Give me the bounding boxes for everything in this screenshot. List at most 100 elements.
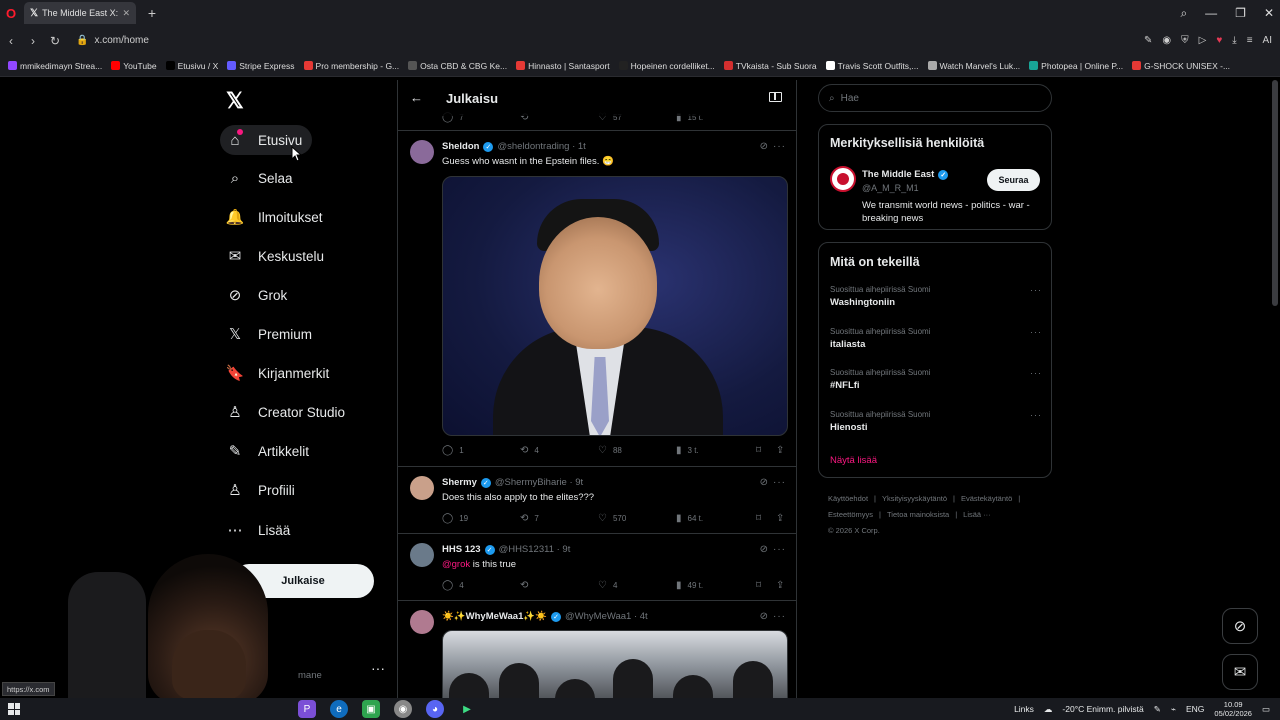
search-tabs-icon[interactable]: ⌕: [1180, 6, 1187, 21]
reply-action[interactable]: ◯ 4: [442, 580, 464, 591]
nav-item-grok[interactable]: ⊘ Grok: [220, 280, 297, 310]
edge-app-icon[interactable]: e: [330, 700, 348, 718]
notifications-icon[interactable]: ▭: [1262, 704, 1270, 715]
post-item[interactable]: Shermy ✓ @ShermyBiharie · 9t ⊘ ··· Does …: [398, 468, 796, 534]
windows-start-icon[interactable]: [8, 703, 20, 715]
nav-item-ilmoitukset[interactable]: 🔔 Ilmoitukset: [220, 202, 333, 232]
bookmark-action[interactable]: ⌑: [756, 580, 761, 591]
post-item[interactable]: Sheldon ✓ @sheldontrading · 1t ⊘ ··· Gue…: [398, 131, 796, 467]
trend-item[interactable]: Suosittua aihepiirissä Suomi italiasta ···: [830, 327, 1042, 350]
avatar[interactable]: [410, 610, 434, 634]
bookmark-item[interactable]: Hinnasto | Santasport: [516, 61, 610, 71]
photoshop-app-icon[interactable]: P: [298, 700, 316, 718]
page-scrollbar[interactable]: [1272, 80, 1278, 306]
messages-fab-button[interactable]: ✉: [1222, 654, 1258, 690]
browser-tab[interactable]: 𝕏 The Middle East X:ssä: "... ✕: [24, 2, 136, 24]
edit-icon[interactable]: ✎: [1144, 35, 1152, 46]
post-more-icon[interactable]: ···: [773, 611, 786, 622]
avatar[interactable]: [410, 476, 434, 500]
close-tab-icon[interactable]: ✕: [122, 8, 130, 19]
account-more-icon[interactable]: ···: [371, 660, 385, 676]
footer-link[interactable]: Tietoa mainoksista: [887, 510, 949, 519]
footer-link[interactable]: Lisää ···: [963, 510, 991, 519]
bookmark-item[interactable]: Stripe Express: [227, 61, 295, 71]
new-tab-button[interactable]: +: [142, 3, 162, 23]
post-image[interactable]: [442, 176, 788, 436]
post-item[interactable]: HHS 123 ✓ @HHS12311 · 9t ⊘ ··· @grok is …: [398, 535, 796, 601]
trend-more-icon[interactable]: ···: [1030, 285, 1042, 295]
menu-icon[interactable]: ≡: [1247, 35, 1253, 46]
back-icon[interactable]: ‹: [0, 34, 22, 48]
views-action[interactable]: ▮ 49 t.: [676, 580, 703, 591]
network-icon[interactable]: ⌁: [1171, 704, 1176, 715]
like-action[interactable]: ♡ 4: [598, 580, 617, 591]
weather-text[interactable]: -20°C Enimm. pilvistä: [1062, 704, 1143, 714]
trend-item[interactable]: Suosittua aihepiirissä Suomi Hienosti ···: [830, 410, 1042, 433]
share-action[interactable]: ⇪: [776, 580, 784, 591]
shield-icon[interactable]: ⛨: [1181, 35, 1189, 46]
grok-icon[interactable]: ⊘: [760, 477, 768, 488]
footer-link[interactable]: Evästekäytäntö: [961, 494, 1012, 503]
back-arrow-icon[interactable]: ←: [410, 90, 423, 105]
download-icon[interactable]: ⤓: [1232, 35, 1236, 46]
trend-item[interactable]: Suosittua aihepiirissä Suomi #NFLfi ···: [830, 368, 1042, 391]
post-more-icon[interactable]: ···: [773, 544, 786, 555]
bookmark-action[interactable]: ⌑: [756, 513, 761, 524]
relevant-handle[interactable]: @A_M_R_M1: [862, 183, 919, 193]
reload-icon[interactable]: ↻: [44, 34, 66, 48]
bookmark-item[interactable]: YouTube: [111, 61, 157, 71]
trend-more-icon[interactable]: ···: [1030, 410, 1042, 420]
like-action[interactable]: ♡ 88: [598, 445, 622, 456]
bookmark-item[interactable]: Pro membership - G...: [303, 61, 399, 71]
bookmark-item[interactable]: mmikedimayn Strea...: [8, 61, 102, 71]
kick-app-icon[interactable]: ▶: [458, 700, 476, 718]
grok-fab-button[interactable]: ⊘: [1222, 608, 1258, 644]
clock[interactable]: 10.09 05/02/2026: [1214, 700, 1252, 718]
url-field[interactable]: 🔒 x.com/home: [76, 35, 149, 46]
author-name[interactable]: Shermy: [442, 477, 477, 488]
links-toolbar[interactable]: Links: [1014, 704, 1034, 714]
relevant-name[interactable]: The Middle East ✓: [862, 169, 949, 180]
show-more-link[interactable]: Näytä lisää: [830, 455, 877, 466]
nav-item-selaa[interactable]: ⌕ Selaa: [220, 163, 303, 193]
author-handle[interactable]: @HHS12311 · 9t: [499, 544, 571, 555]
follow-button[interactable]: Seuraa: [987, 169, 1040, 191]
post-more-icon[interactable]: ···: [773, 477, 786, 488]
bookmark-item[interactable]: Photopea | Online P...: [1029, 61, 1123, 71]
footer-link[interactable]: Käyttöehdot: [828, 494, 868, 503]
footer-link[interactable]: Yksityisyyskäytäntö: [882, 494, 947, 503]
reply-action[interactable]: ◯ 19: [442, 513, 468, 524]
repost-action[interactable]: ⟲ 4: [520, 445, 539, 456]
avatar[interactable]: [410, 140, 434, 164]
discord-app-icon[interactable]: ◕: [426, 700, 444, 718]
maximize-icon[interactable]: ❐: [1235, 6, 1246, 20]
nav-item-lis-[interactable]: ⋯ Lisää: [220, 515, 300, 545]
grok-icon[interactable]: ⊘: [760, 141, 768, 152]
reply-action[interactable]: ◯ 1: [442, 445, 464, 456]
bookmark-item[interactable]: Watch Marvel's Luk...: [927, 61, 1020, 71]
footer-link[interactable]: Esteettömyys: [828, 510, 873, 519]
author-name[interactable]: Sheldon: [442, 141, 479, 152]
bookmark-item[interactable]: G-SHOCK UNISEX -...: [1132, 61, 1230, 71]
nav-item-creator-studio[interactable]: ♙ Creator Studio: [220, 397, 355, 427]
app-icon[interactable]: ▣: [362, 700, 380, 718]
nav-item-kirjanmerkit[interactable]: 🔖 Kirjanmerkit: [220, 358, 339, 388]
post-more-icon[interactable]: ···: [773, 141, 786, 152]
ai-icon[interactable]: AI: [1263, 35, 1272, 46]
trend-more-icon[interactable]: ···: [1030, 368, 1042, 378]
reader-mode-icon[interactable]: [769, 92, 782, 102]
footer-link[interactable]: © 2026 X Corp.: [828, 526, 880, 535]
views-action[interactable]: ▮ 64 t.: [676, 513, 703, 524]
trend-item[interactable]: Suosittua aihepiirissä Suomi Washingtonii…: [830, 285, 1042, 308]
share-action[interactable]: ⇪: [776, 445, 784, 456]
bookmark-item[interactable]: Hopeinen cordelliket...: [618, 61, 715, 71]
author-handle[interactable]: @WhyMeWaa1 · 4t: [565, 611, 648, 622]
repost-action[interactable]: ⟲: [520, 580, 528, 591]
avatar[interactable]: [830, 166, 856, 192]
close-window-icon[interactable]: ✕: [1264, 6, 1274, 20]
share-action[interactable]: ⇪: [776, 513, 784, 524]
nav-item-profiili[interactable]: ♙ Profiili: [220, 475, 305, 505]
x-logo-icon[interactable]: 𝕏: [226, 88, 244, 114]
search-input[interactable]: ⌕ Hae: [818, 84, 1052, 112]
nav-item-artikkelit[interactable]: ✎ Artikkelit: [220, 436, 319, 466]
